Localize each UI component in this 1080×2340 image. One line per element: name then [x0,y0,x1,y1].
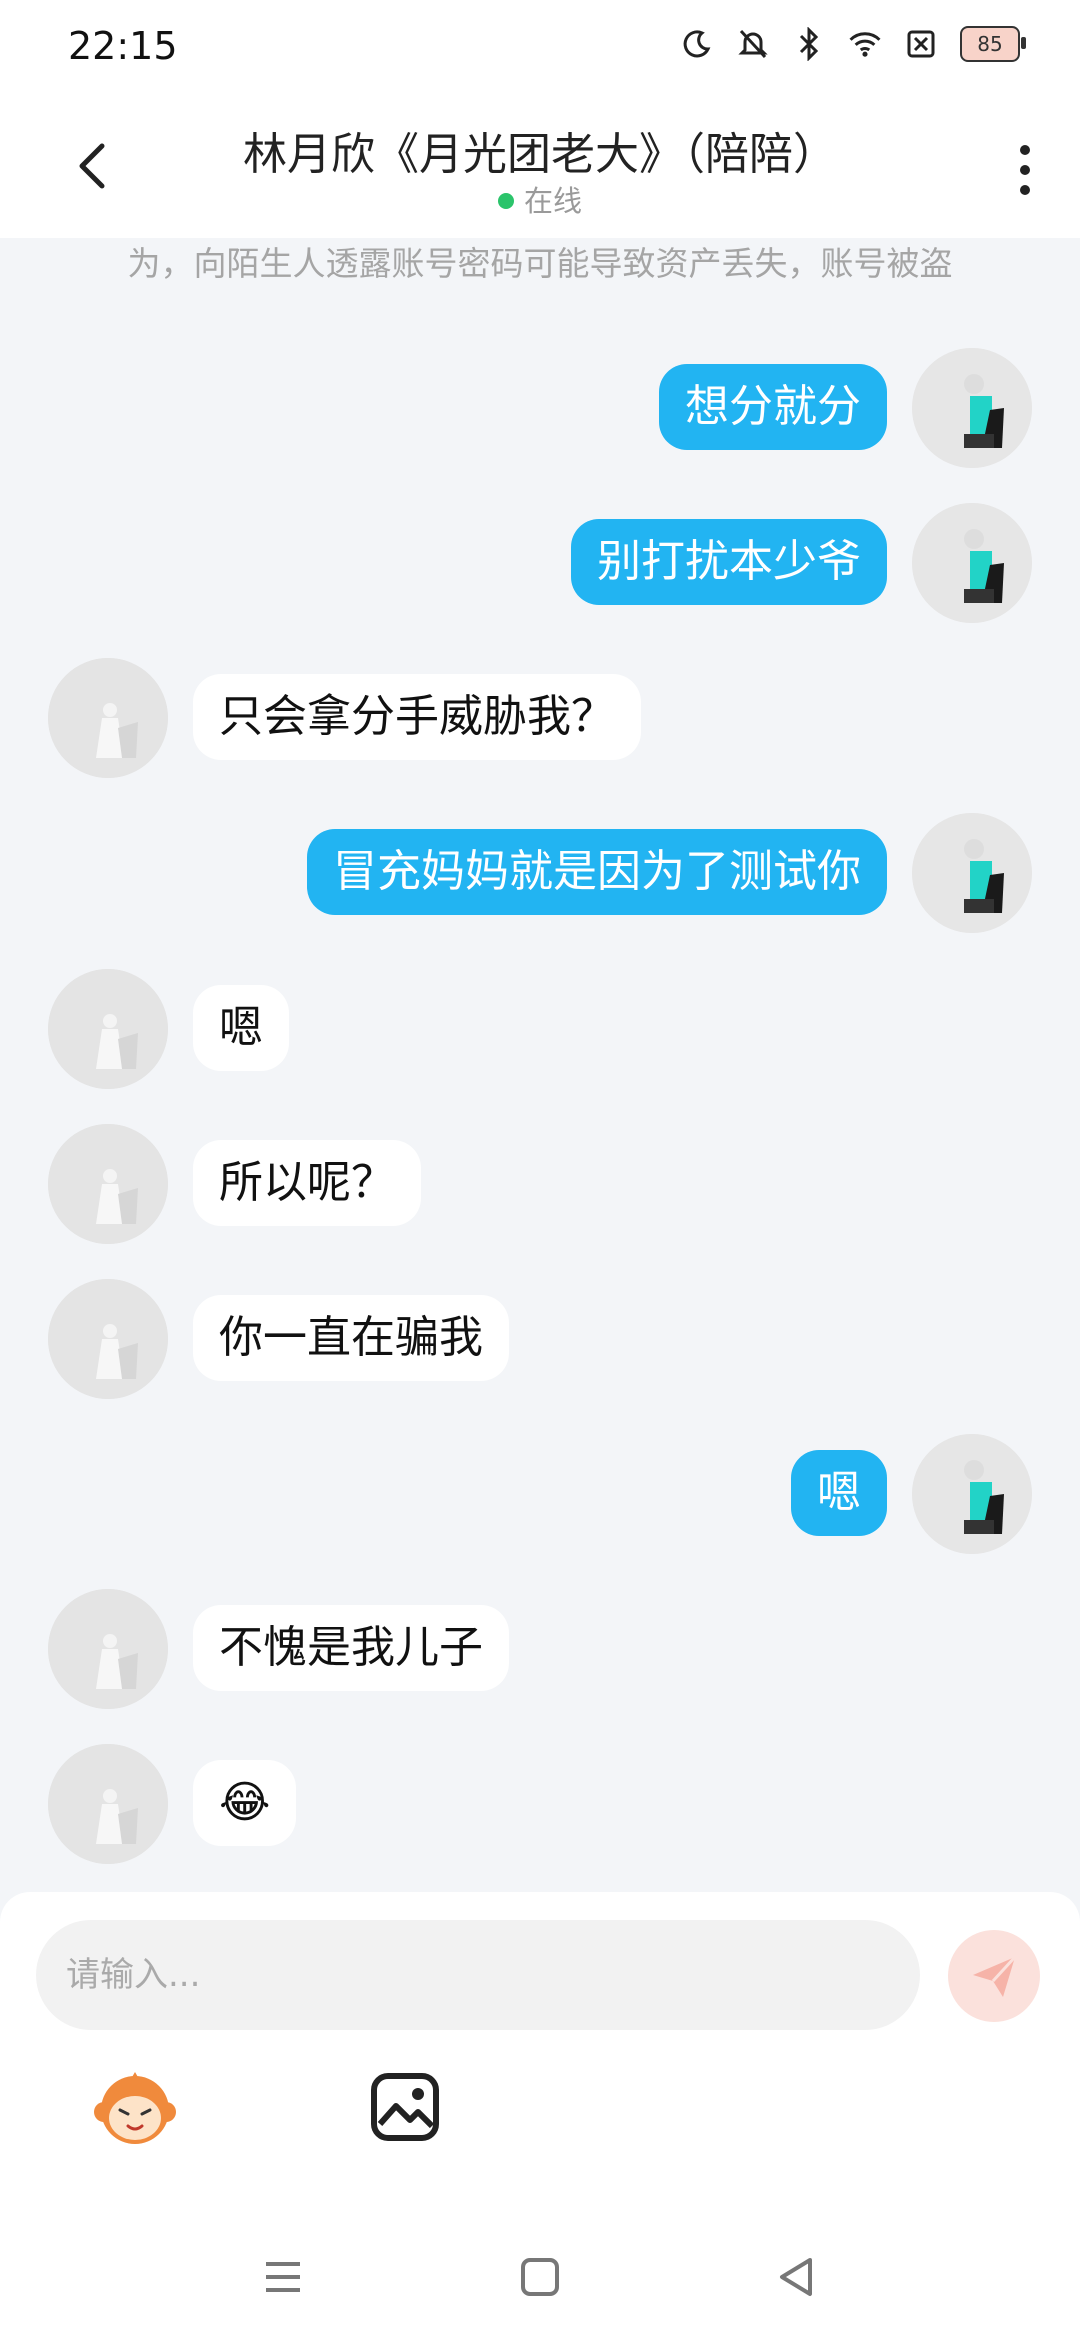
received-message-bubble[interactable]: 不愧是我儿子 [193,1605,509,1691]
back-nav-button[interactable] [772,2252,822,2302]
received-message-bubble[interactable]: 所以呢？ [193,1140,421,1226]
sim-off-icon [904,26,938,62]
wifi-icon [848,26,882,62]
chat-message-list[interactable]: 为，向陌生人透露账号密码可能导致资产丢失，账号被盗 想分就分别打扰本少爷只会拿分… [0,238,1080,1892]
contact-avatar[interactable] [48,658,168,778]
status-icons: 85 [680,26,1026,62]
sent-message-bubble[interactable]: 想分就分 [659,364,887,450]
image-icon [371,2073,439,2141]
image-button[interactable] [360,2062,450,2152]
my-avatar[interactable] [912,813,1032,933]
sent-message-bubble[interactable]: 嗯 [791,1450,887,1536]
my-avatar[interactable] [912,1434,1032,1554]
online-status-label: 在线 [523,184,582,218]
bluetooth-icon [792,26,826,62]
menu-icon [266,2262,300,2292]
contact-avatar[interactable] [48,1744,168,1864]
bell-mute-icon [736,26,770,62]
chat-title: 林月欣《月光团老大》（陪陪） [243,129,837,180]
received-message-bubble[interactable]: 嗯 [193,985,289,1071]
contact-avatar[interactable] [48,969,168,1089]
send-button[interactable] [948,1930,1040,2022]
send-icon [973,1955,1017,1997]
battery-indicator: 85 [960,26,1026,62]
menu-nav-button[interactable] [258,2252,308,2302]
system-nav-bar [0,2230,1080,2320]
message-input[interactable] [36,1920,920,2030]
more-vertical-icon [1020,145,1030,195]
contact-avatar[interactable] [48,1279,168,1399]
status-time: 22:15 [68,24,178,68]
my-avatar[interactable] [912,348,1032,468]
online-dot [497,193,514,209]
security-notice-text: 为，向陌生人透露账号密码可能导致资产丢失，账号被盗 [127,244,953,283]
monkey-sticker-icon [94,2072,176,2144]
received-message-bubble[interactable]: 你一直在骗我 [193,1295,509,1381]
security-notice: 为，向陌生人透露账号密码可能导致资产丢失，账号被盗 [90,238,990,292]
square-icon [521,2258,559,2296]
received-message-bubble[interactable]: 只会拿分手威胁我？ [193,674,641,760]
received-message-bubble[interactable]: 😂 [193,1760,297,1846]
contact-avatar[interactable] [48,1124,168,1244]
home-nav-button[interactable] [515,2252,565,2302]
my-avatar[interactable] [912,503,1032,623]
contact-avatar[interactable] [48,1589,168,1709]
triangle-back-icon [780,2258,812,2296]
sent-message-bubble[interactable]: 冒充妈妈就是因为了测试你 [307,829,887,915]
online-status: 在线 [0,178,1080,220]
more-options-button[interactable] [1010,140,1040,200]
moon-icon [680,26,714,62]
sticker-button[interactable] [90,2062,180,2152]
status-bar: 22:15 85 [0,0,1080,96]
sent-message-bubble[interactable]: 别打扰本少爷 [571,519,887,605]
chat-header: 林月欣《月光团老大》（陪陪） 在线 [0,96,1080,238]
